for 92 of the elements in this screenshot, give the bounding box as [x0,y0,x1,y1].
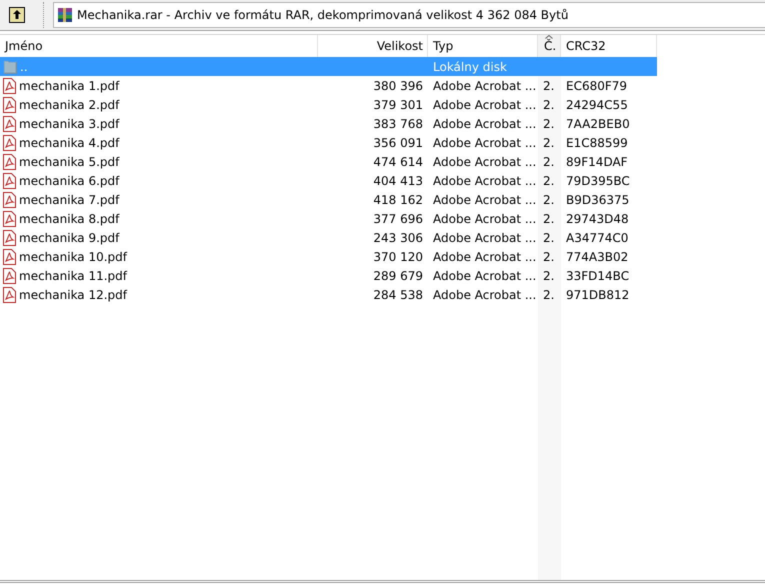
table-cell: 383 768 [373,116,423,130]
file-name: mechanika 1.pdf [19,78,120,92]
table-cell: Adobe Acrobat ... [433,78,536,92]
file-name: mechanika 11.pdf [19,268,128,282]
pdf-file-icon [3,210,16,226]
table-cell: Adobe Acrobat ... [433,174,536,188]
file-name: .. [20,60,28,74]
table-cell: Adobe Acrobat ... [433,154,536,168]
table-cell: 2. [543,154,554,168]
table-cell: Adobe Acrobat ... [433,192,536,206]
pdf-file-icon [3,268,16,284]
file-row[interactable]: mechanika 9.pdf 243 306 Adobe Acrobat ... 2. A34774C0 [0,228,765,247]
table-cell: E1C88599 [566,136,628,150]
file-name: mechanika 6.pdf [19,174,120,188]
table-cell: 2. [543,212,554,226]
table-cell: 370 120 [373,250,423,264]
table-cell: 2. [543,192,554,206]
table-cell: 774A3B02 [566,250,628,264]
pdf-file-icon [3,154,16,170]
table-cell: B9D36375 [566,192,630,206]
table-cell: 33FD14BC [566,268,630,282]
table-cell: 29743D48 [566,212,629,226]
table-cell: 377 696 [373,212,423,226]
table-cell: Adobe Acrobat ... [433,116,536,130]
table-cell: 243 306 [373,230,423,244]
table-cell: 418 162 [373,192,423,206]
archive-path-text: Mechanika.rar - Archiv ve formátu RAR, dekomprimovaná velikost 4 362 084 Bytů [77,8,568,22]
table-cell: 89F14DAF [566,154,628,168]
column-header[interactable]: Č. [538,35,561,57]
file-row[interactable]: mechanika 6.pdf 404 413 Adobe Acrobat ... 2. 79D395BC [0,171,765,190]
pdf-file-icon [3,248,16,264]
table-cell: Adobe Acrobat ... [433,98,536,112]
file-name: mechanika 9.pdf [19,230,120,244]
path-field[interactable]: Mechanika.rar - Archiv ve formátu RAR, dekomprimovaná velikost 4 362 084 Bytů [53,2,765,28]
folder-icon [3,59,17,74]
table-cell: 379 301 [373,98,423,112]
pdf-file-icon [3,116,16,132]
table-cell: 2. [543,78,554,92]
table-cell: 2. [543,250,554,264]
table-cell: Adobe Acrobat ... [433,288,536,302]
file-name: mechanika 3.pdf [19,116,120,130]
pdf-file-icon [3,172,16,188]
table-cell: 284 538 [373,288,423,302]
file-name: mechanika 2.pdf [19,98,120,112]
table-cell: EC680F79 [566,78,628,92]
table-cell: 2. [543,98,554,112]
table-cell: Adobe Acrobat ... [433,212,536,226]
table-cell: 380 396 [373,78,423,92]
file-row[interactable]: mechanika 8.pdf 377 696 Adobe Acrobat ... 2. 29743D48 [0,209,765,228]
table-cell: 24294C55 [566,98,628,112]
file-row[interactable]: mechanika 3.pdf 383 768 Adobe Acrobat ... 2. 7AA2BEB0 [0,114,765,133]
file-name: mechanika 12.pdf [19,288,128,302]
table-cell: 2. [543,268,554,282]
file-row[interactable]: mechanika 12.pdf 284 538 Adobe Acrobat ... 2. 971DB812 [0,285,765,304]
table-cell: 79D395BC [566,174,630,188]
table-cell: 2. [543,288,554,302]
table-cell: Lokálny disk [433,60,507,74]
file-name: mechanika 10.pdf [19,250,128,264]
file-row[interactable]: mechanika 2.pdf 379 301 Adobe Acrobat ... 2. 24294C55 [0,95,765,114]
file-row[interactable]: mechanika 10.pdf 370 120 Adobe Acrobat ... 2. 774A3B02 [0,247,765,266]
file-row[interactable]: mechanika 1.pdf 380 396 Adobe Acrobat ... 2. EC680F79 [0,76,765,95]
up-folder-button[interactable] [7,5,27,25]
pdf-file-icon [3,134,16,150]
file-name: mechanika 5.pdf [19,154,120,168]
file-name: mechanika 8.pdf [19,212,120,226]
table-cell: Adobe Acrobat ... [433,230,536,244]
pdf-file-icon [3,192,16,208]
pdf-file-icon [3,230,16,246]
table-cell: 2. [543,230,554,244]
table-cell: A34774C0 [566,230,628,244]
archive-icon [57,7,73,23]
file-row[interactable]: mechanika 7.pdf 418 162 Adobe Acrobat ... 2. B9D36375 [0,190,765,209]
table-cell: Adobe Acrobat ... [433,250,536,264]
file-row[interactable]: mechanika 11.pdf 289 679 Adobe Acrobat ... 2. 33FD14BC [0,266,765,285]
table-cell: 356 091 [373,136,423,150]
table-cell: 404 413 [373,174,423,188]
file-row[interactable]: mechanika 5.pdf 474 614 Adobe Acrobat ... 2. 89F14DAF [0,152,765,171]
table-cell: 971DB812 [566,288,630,302]
table-cell: 7AA2BEB0 [566,116,630,130]
table-cell: 2. [543,174,554,188]
table-cell: Adobe Acrobat ... [433,268,536,282]
file-row[interactable]: mechanika 4.pdf 356 091 Adobe Acrobat ... 2. E1C88599 [0,133,765,152]
table-cell: 289 679 [373,268,423,282]
table-cell: 2. [543,116,554,130]
table-cell: 474 614 [373,154,423,168]
table-cell: Adobe Acrobat ... [433,136,536,150]
pdf-file-icon [3,78,16,94]
file-name: mechanika 4.pdf [19,136,120,150]
pdf-file-icon [3,286,16,302]
file-name: mechanika 7.pdf [19,192,120,206]
table-cell: 2. [543,136,554,150]
pdf-file-icon [3,96,16,112]
